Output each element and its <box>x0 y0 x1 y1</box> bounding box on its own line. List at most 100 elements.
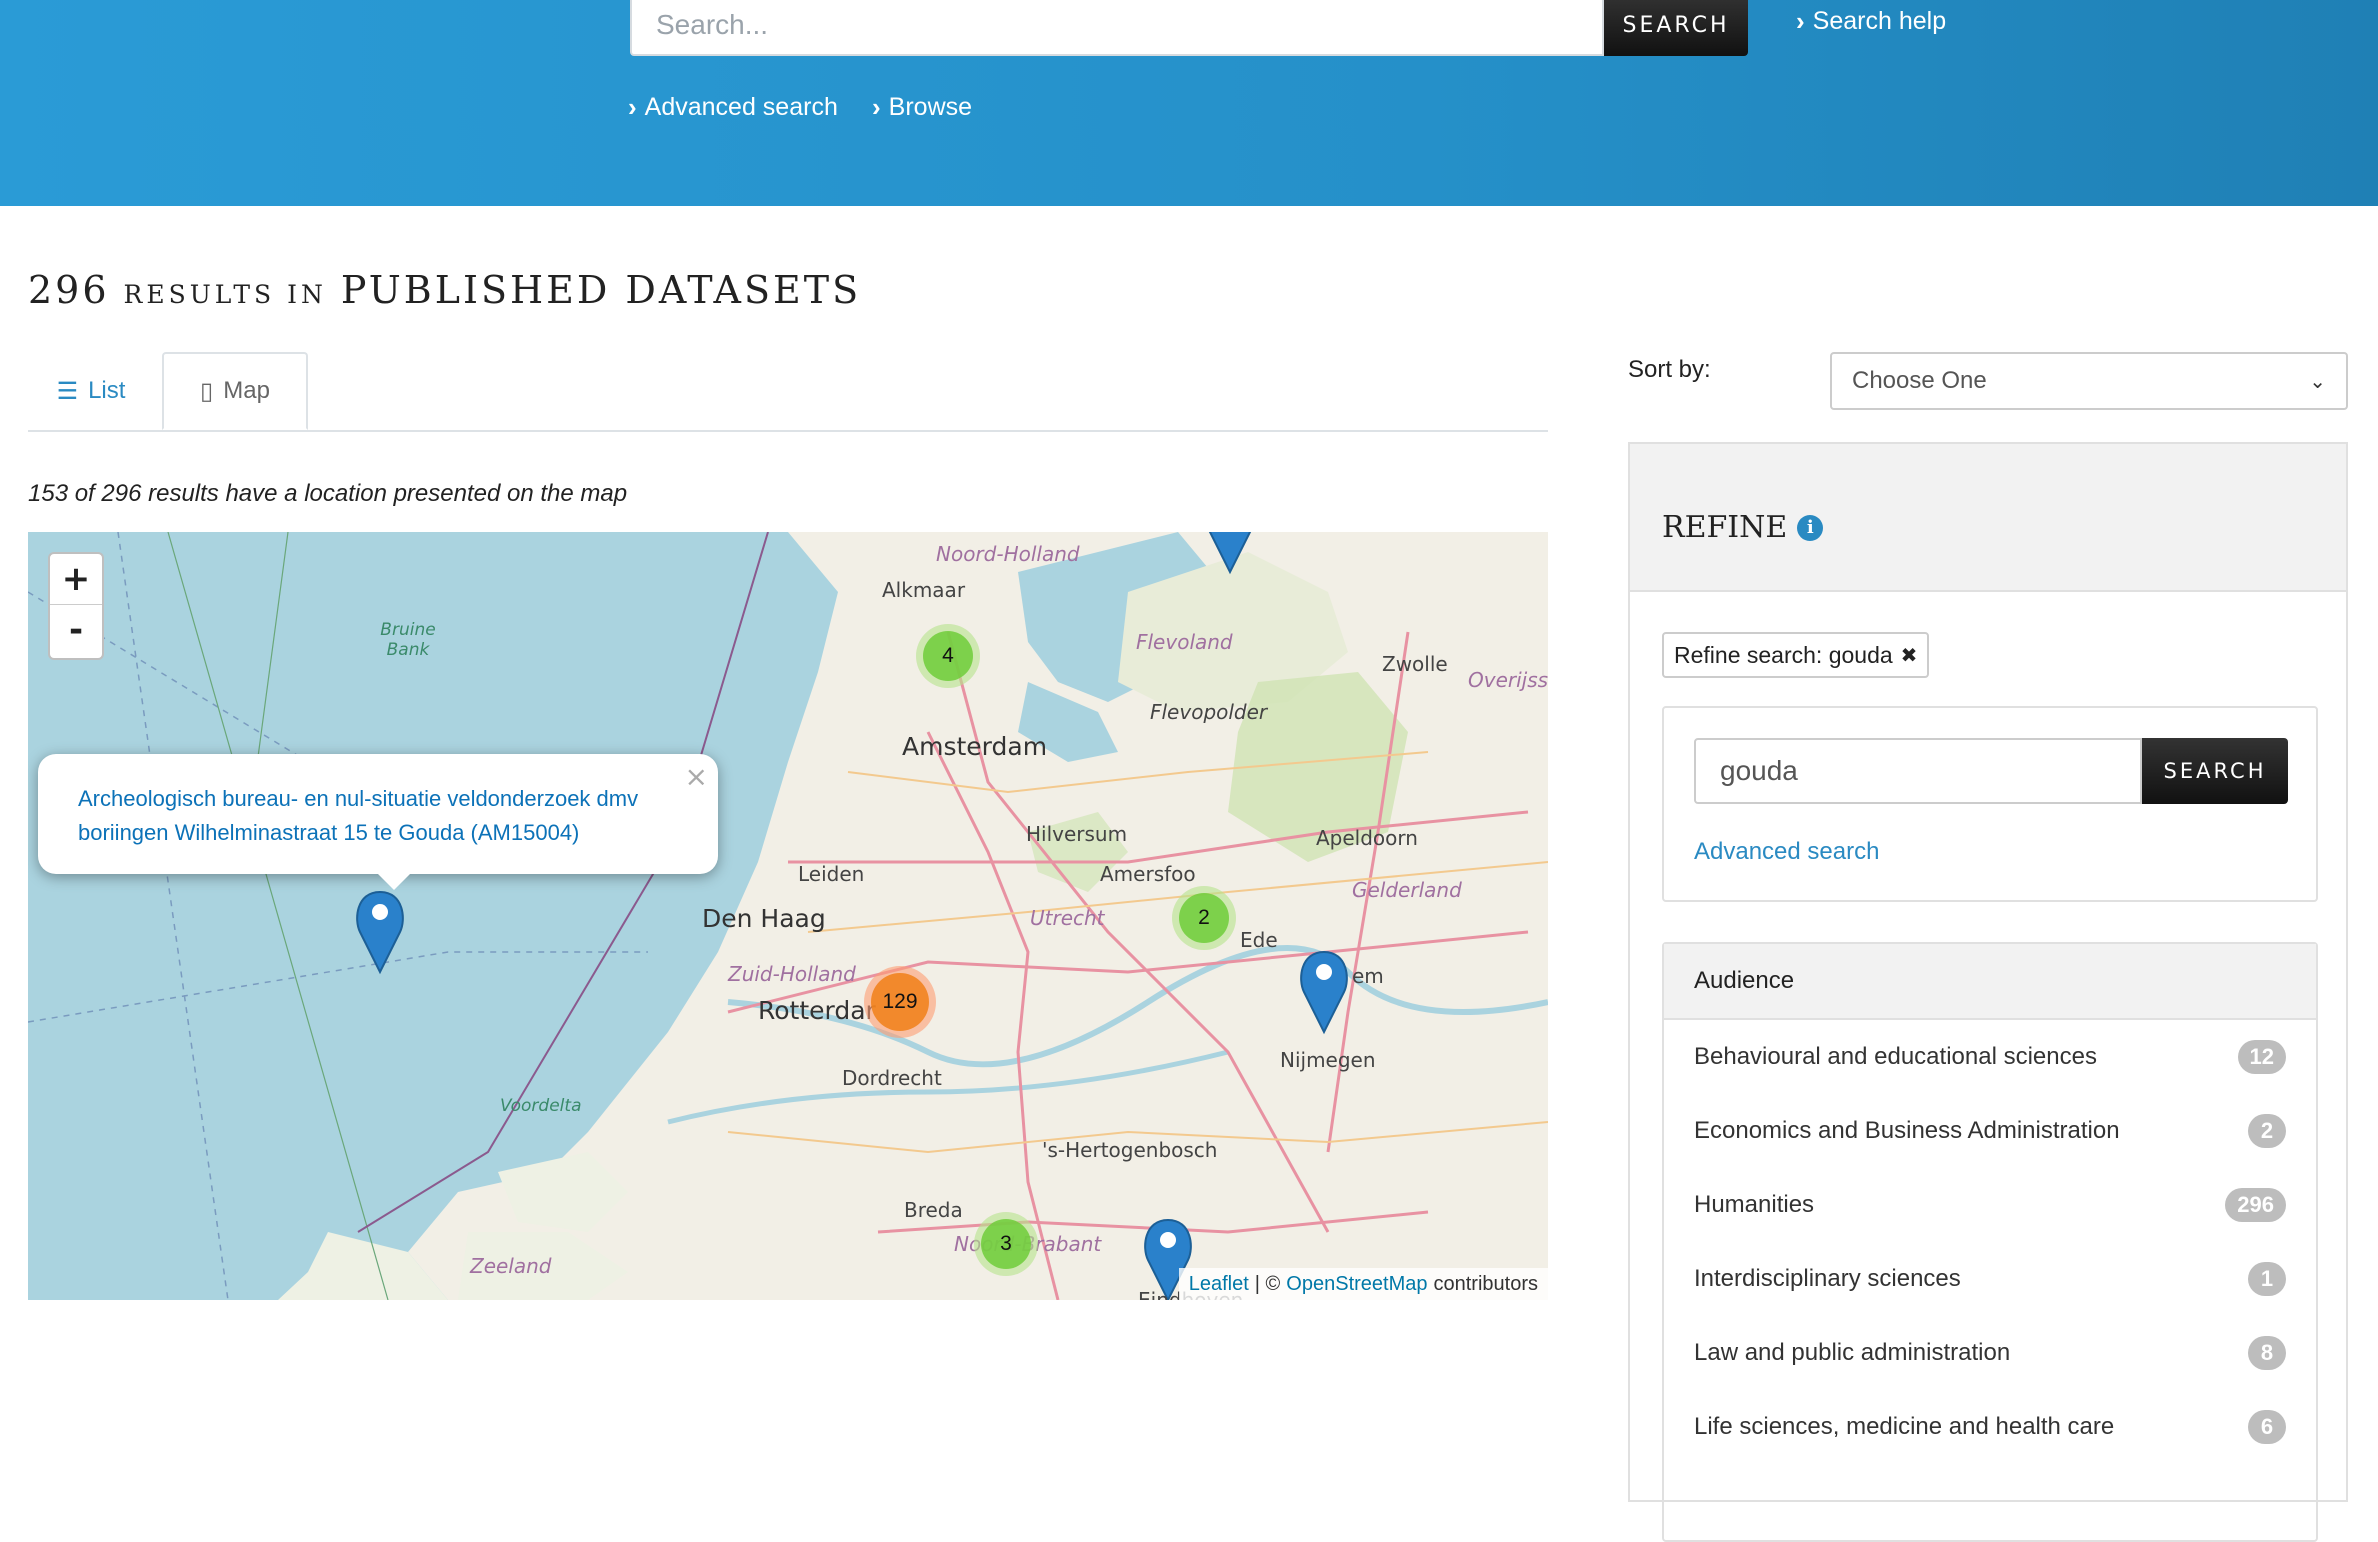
results-count: 296 <box>28 268 110 312</box>
map-label: Gelderland <box>1352 878 1462 902</box>
search-input[interactable]: Search... <box>630 0 1604 56</box>
sort-select[interactable]: Choose One ⌄ <box>1830 352 2348 410</box>
chevron-right-icon: › <box>872 92 881 122</box>
tab-map[interactable]: ▯ Map <box>162 352 308 430</box>
cluster-count: 3 <box>981 1219 1031 1269</box>
map-label: Ede <box>1240 928 1278 952</box>
map-note: 153 of 296 results have a location prese… <box>28 480 628 507</box>
refine-search-button[interactable]: SEARCH <box>2142 738 2288 804</box>
facet-item[interactable]: Economics and Business Administration 2 <box>1664 1094 2316 1168</box>
osm-link[interactable]: OpenStreetMap <box>1286 1273 1427 1296</box>
remove-filter-icon[interactable]: ✖ <box>1901 643 1918 668</box>
active-filter-chip: Refine search: gouda ✖ <box>1662 632 1930 678</box>
info-icon[interactable]: i <box>1797 514 1824 541</box>
chevron-down-icon: ⌄ <box>2309 370 2326 393</box>
facet-item[interactable]: Life sciences, medicine and health care … <box>1664 1390 2316 1464</box>
refine-header: REFINE i <box>1630 444 2346 592</box>
map-cluster[interactable]: 4 <box>916 624 980 688</box>
map-label: Flevopolder <box>1150 700 1268 724</box>
zoom-control: + - <box>48 552 104 660</box>
map-label: Voordelta <box>500 1096 582 1116</box>
map-icon: ▯ <box>200 377 214 405</box>
map-label: Breda <box>904 1198 963 1222</box>
cluster-count: 129 <box>871 973 929 1031</box>
popup-dataset-link[interactable]: Archeologisch bureau- en nul-situatie ve… <box>78 782 688 850</box>
map-label: Den Haag <box>702 904 826 933</box>
audience-facet: Audience Behavioural and educational sci… <box>1662 942 2318 1542</box>
facet-item-label: Life sciences, medicine and health care <box>1694 1413 2115 1440</box>
results-collection: PUBLISHED DATASETS <box>340 268 862 312</box>
leaflet-link[interactable]: Leaflet <box>1189 1273 1249 1296</box>
cluster-count: 4 <box>923 631 973 681</box>
browse-link[interactable]: › Browse <box>872 92 972 123</box>
view-tabs: ☰ List ▯ Map <box>28 352 1548 432</box>
map-label: Rotterdar <box>758 996 876 1025</box>
zoom-in-button[interactable]: + <box>50 554 102 605</box>
map-label: Utrecht <box>1030 906 1105 930</box>
map-label: 's-Hertogenbosch <box>1042 1138 1218 1162</box>
map-popup: Archeologisch bureau- en nul-situatie ve… <box>38 754 718 890</box>
map-label: Leiden <box>798 862 865 886</box>
site-header: Search... SEARCH › Search help › Advance… <box>0 0 2378 206</box>
tab-list[interactable]: ☰ List <box>28 352 154 430</box>
sort-label: Sort by: <box>1628 356 1711 383</box>
map-label: Dordrecht <box>842 1066 942 1090</box>
chip-label: Refine search: gouda <box>1674 641 1893 668</box>
map-label: Nijmegen <box>1280 1048 1376 1072</box>
refine-search-input[interactable]: gouda <box>1694 738 2142 804</box>
advanced-search-link[interactable]: › Advanced search <box>628 92 838 123</box>
attribution-separator: | © <box>1254 1272 1281 1295</box>
search-help-link[interactable]: › Search help <box>1796 6 1946 37</box>
facet-count-badge: 12 <box>2237 1040 2286 1074</box>
map-cluster[interactable]: 2 <box>1172 886 1236 950</box>
map-label: Overijss <box>1468 668 1548 692</box>
zoom-out-button[interactable]: - <box>50 605 102 655</box>
facet-item[interactable]: Interdisciplinary sciences 1 <box>1664 1242 2316 1316</box>
map-label: Amersfoo <box>1100 862 1196 886</box>
facet-item-label: Humanities <box>1694 1191 1815 1218</box>
attribution-contributors: contributors <box>1433 1272 1539 1295</box>
refine-title-label: REFINE <box>1662 510 1788 545</box>
map-attribution: Leaflet | © OpenStreetMap contributors <box>1178 1268 1548 1300</box>
search-bar: Search... SEARCH <box>630 0 1748 56</box>
chevron-right-icon: › <box>1796 6 1805 36</box>
popup-close-button[interactable]: × <box>685 760 708 793</box>
tab-map-label: Map <box>223 377 270 404</box>
map-label: Bruine Bank <box>380 620 436 660</box>
map-label: Flevoland <box>1136 630 1233 654</box>
facet-count-badge: 6 <box>2248 1410 2286 1444</box>
advanced-search-label: Advanced search <box>644 93 838 121</box>
refine-panel: REFINE i Refine search: gouda ✖ gouda SE… <box>1628 442 2348 1542</box>
refine-search-box: gouda SEARCH Advanced search <box>1662 706 2318 902</box>
facet-item-label: Economics and Business Administration <box>1694 1117 2120 1144</box>
chevron-right-icon: › <box>628 92 637 122</box>
map-label: Apeldoorn <box>1316 826 1418 850</box>
refine-title: REFINE i <box>1662 510 1824 545</box>
facet-count-badge: 8 <box>2248 1336 2286 1370</box>
list-icon: ☰ <box>56 377 79 405</box>
map-label: Amsterdam <box>902 732 1048 761</box>
cluster-count: 2 <box>1179 893 1229 943</box>
search-help-label: Search help <box>1812 7 1947 35</box>
facet-item[interactable]: Behavioural and educational sciences 12 <box>1664 1020 2316 1094</box>
facet-item-label: Behavioural and educational sciences <box>1694 1043 2097 1070</box>
search-button[interactable]: SEARCH <box>1604 0 1748 56</box>
audience-facet-title[interactable]: Audience <box>1664 944 2316 1020</box>
facet-item[interactable]: Humanities 296 <box>1664 1168 2316 1242</box>
facet-count-badge: 296 <box>2225 1188 2286 1222</box>
popup-tip <box>374 870 414 890</box>
browse-label: Browse <box>888 93 973 121</box>
map-label: Noord-Holland <box>936 542 1080 566</box>
map-label: Zuid-Holland <box>728 962 856 986</box>
page-title: 296 RESULTS IN PUBLISHED DATASETS <box>28 268 861 312</box>
map-label: Zwolle <box>1382 652 1448 676</box>
map-cluster[interactable]: 3 <box>974 1212 1038 1276</box>
results-map[interactable]: Noord-Holland Alkmaar Flevoland Zwolle O… <box>28 532 1548 1300</box>
map-cluster[interactable]: 129 <box>864 966 936 1038</box>
facet-count-badge: 1 <box>2248 1262 2286 1296</box>
refine-advanced-search-link[interactable]: Advanced search <box>1694 838 1879 866</box>
map-label: Alkmaar <box>882 578 966 602</box>
results-label: RESULTS IN <box>123 280 327 309</box>
map-label: Hilversum <box>1026 822 1128 846</box>
facet-item[interactable]: Law and public administration 8 <box>1664 1316 2316 1390</box>
